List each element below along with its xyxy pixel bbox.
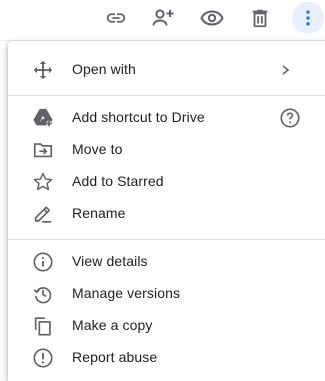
help-icon[interactable] [279, 107, 301, 129]
share-button[interactable] [147, 2, 179, 34]
chevron-right-icon [280, 59, 302, 81]
menu-item-label: View details [72, 253, 148, 269]
menu-item-rename[interactable]: Rename [8, 198, 325, 230]
menu-item-label: Rename [72, 205, 126, 221]
menu-item-label: Report abuse [72, 349, 158, 365]
trash-icon [249, 7, 271, 29]
menu-item-view-details[interactable]: View details [8, 246, 325, 278]
drive-shortcut-icon [32, 107, 54, 129]
menu-item-label: Make a copy [72, 317, 153, 333]
menu-item-open-with[interactable]: Open with [8, 54, 325, 86]
menu-item-label: Open with [72, 61, 136, 77]
menu-item-label: Manage versions [72, 285, 181, 301]
menu-item-label: Add shortcut to Drive [72, 109, 205, 125]
remove-button[interactable] [244, 2, 276, 34]
menu-item-manage-versions[interactable]: Manage versions [8, 278, 325, 310]
star-outline-icon [32, 171, 54, 193]
menu-item-make-a-copy[interactable]: Make a copy [8, 310, 325, 342]
toolbar [0, 0, 325, 41]
move-folder-icon [32, 139, 54, 161]
copy-icon [32, 315, 54, 337]
get-link-button[interactable] [100, 2, 132, 34]
more-vertical-icon [298, 8, 318, 28]
menu-item-add-to-starred[interactable]: Add to Starred [8, 166, 325, 198]
menu-item-label: Move to [72, 141, 123, 157]
menu-item-move-to[interactable]: Move to [8, 134, 325, 166]
report-icon [32, 347, 54, 369]
context-menu: Open with Add shortcut to Drive Move to … [8, 41, 325, 381]
more-actions-button[interactable] [292, 2, 324, 34]
info-icon [32, 251, 54, 273]
pencil-icon [32, 203, 54, 225]
move-arrows-icon [32, 59, 54, 81]
menu-divider [8, 239, 325, 240]
menu-divider [8, 95, 325, 96]
menu-item-report-abuse[interactable]: Report abuse [8, 342, 325, 374]
history-icon [32, 283, 54, 305]
menu-item-add-shortcut[interactable]: Add shortcut to Drive [8, 102, 325, 134]
eye-icon [200, 6, 224, 30]
preview-button[interactable] [196, 2, 228, 34]
add-person-icon [151, 6, 175, 30]
link-icon [105, 7, 127, 29]
menu-item-label: Add to Starred [72, 173, 164, 189]
